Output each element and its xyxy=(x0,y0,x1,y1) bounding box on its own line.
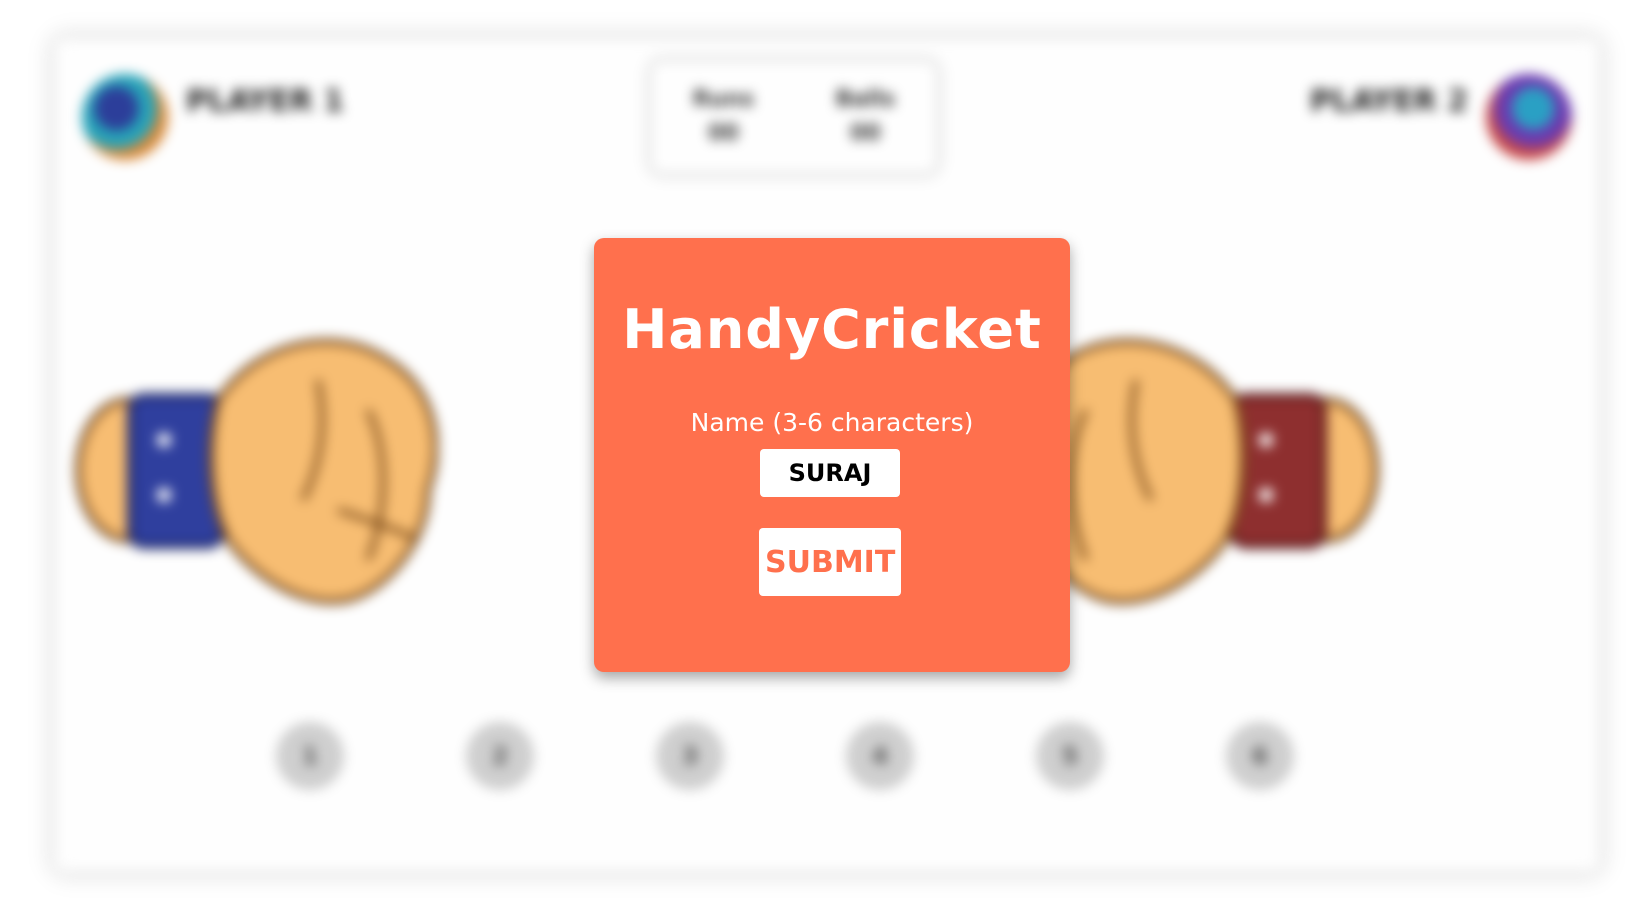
left-fist-icon xyxy=(75,338,438,605)
player-1-name: PLAYER 1 xyxy=(186,84,345,119)
name-field-label: Name (3-6 characters) xyxy=(690,408,974,437)
run-button-2[interactable]: 2 xyxy=(466,722,534,790)
player-2-name: PLAYER 2 xyxy=(1309,84,1468,119)
player-2-avatar xyxy=(1486,74,1572,160)
player-1-avatar xyxy=(82,74,168,160)
right-fist-icon xyxy=(1016,338,1379,605)
name-input[interactable] xyxy=(760,449,900,497)
game-title: HandyCricket xyxy=(622,298,1042,361)
run-button-6[interactable]: 6 xyxy=(1226,722,1294,790)
scoreboard-balls: Balls 00 xyxy=(835,83,895,151)
runs-label: Runs xyxy=(692,87,755,112)
name-entry-modal: HandyCricket Name (3-6 characters) SUBMI… xyxy=(594,238,1070,672)
game-screen: PLAYER 1 Runs 00 Balls 00 PLAYER 2 1 2 3… xyxy=(0,0,1642,910)
run-button-1[interactable]: 1 xyxy=(276,722,344,790)
balls-label: Balls xyxy=(835,87,896,112)
submit-button[interactable]: SUBMIT xyxy=(759,528,901,596)
run-button-5[interactable]: 5 xyxy=(1036,722,1104,790)
runs-value: 00 xyxy=(708,121,739,146)
run-button-4[interactable]: 4 xyxy=(846,722,914,790)
balls-value: 00 xyxy=(850,121,881,146)
scoreboard-runs: Runs 00 xyxy=(693,83,754,151)
run-button-3[interactable]: 3 xyxy=(656,722,724,790)
scoreboard: Runs 00 Balls 00 xyxy=(648,58,940,176)
